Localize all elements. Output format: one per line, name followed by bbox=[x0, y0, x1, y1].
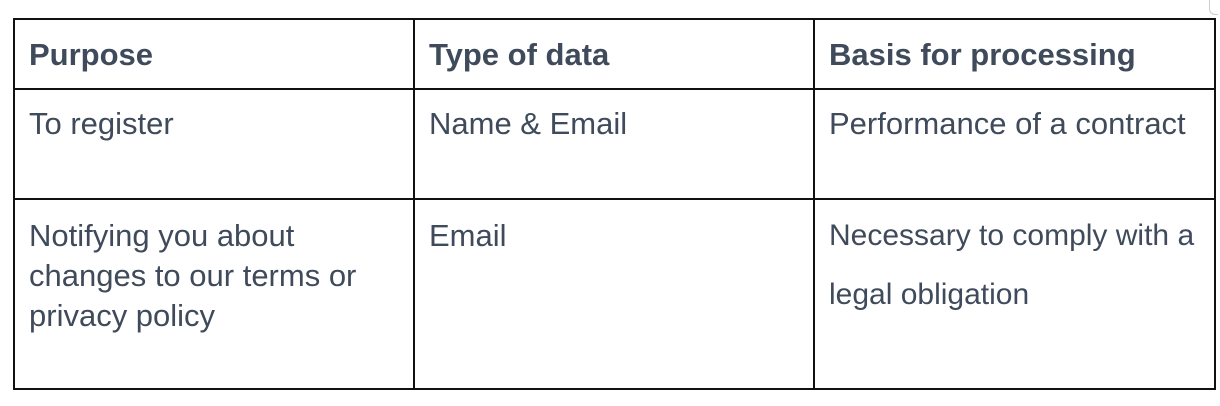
header-type-of-data: Type of data bbox=[413, 18, 815, 90]
table-row: Notifying you about changes to our terms… bbox=[13, 198, 1216, 390]
header-basis-for-processing: Basis for processing bbox=[813, 18, 1216, 90]
corner-mark-decoration bbox=[1209, 0, 1218, 15]
header-purpose: Purpose bbox=[13, 18, 415, 90]
cell-basis: Performance of a contract bbox=[813, 88, 1216, 200]
cell-basis: Necessary to comply with a legal obligat… bbox=[813, 198, 1216, 390]
cell-type-of-data: Name & Email bbox=[413, 88, 815, 200]
data-processing-table: Purpose Type of data Basis for processin… bbox=[13, 18, 1216, 390]
cell-purpose: Notifying you about changes to our terms… bbox=[13, 198, 415, 390]
cell-type-of-data: Email bbox=[413, 198, 815, 390]
table-header-row: Purpose Type of data Basis for processin… bbox=[13, 18, 1216, 90]
table-row: To register Name & Email Performance of … bbox=[13, 88, 1216, 200]
cell-purpose: To register bbox=[13, 88, 415, 200]
cell-basis-text: Necessary to comply with a legal obligat… bbox=[829, 219, 1195, 311]
